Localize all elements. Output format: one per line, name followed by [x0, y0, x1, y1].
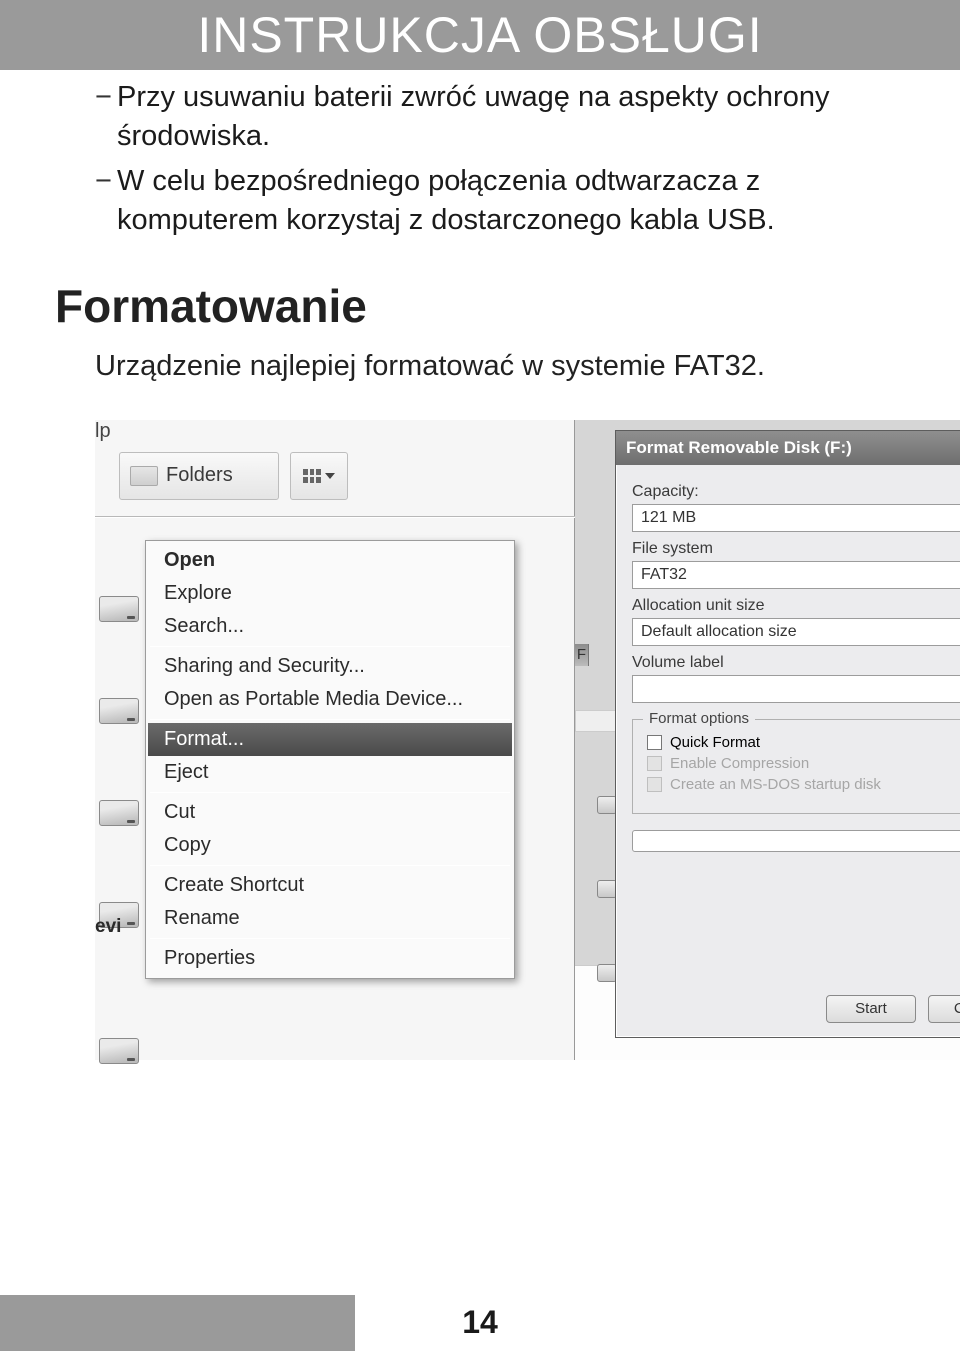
- dialog-buttons: Start Close: [826, 995, 960, 1023]
- allocation-select[interactable]: Default allocation size: [632, 618, 960, 646]
- allocation-value: Default allocation size: [641, 623, 797, 641]
- enable-compression-row: Enable Compression: [647, 755, 960, 772]
- folders-button[interactable]: Folders: [119, 452, 279, 500]
- bullet-item: − Przy usuwaniu baterii zwróć uwagę na a…: [95, 78, 905, 156]
- context-menu-separator: [150, 938, 510, 939]
- context-menu-separator: [150, 865, 510, 866]
- format-options-fieldset: Format options Quick Format Enable Compr…: [632, 719, 960, 814]
- msdos-label: Create an MS-DOS startup disk: [670, 776, 881, 793]
- folders-button-label: Folders: [166, 464, 233, 487]
- volume-label-input[interactable]: [632, 675, 960, 703]
- dialog-title: Format Removable Disk (F:): [626, 438, 852, 458]
- chevron-down-icon: [325, 473, 335, 479]
- context-menu-separator: [150, 719, 510, 720]
- page-number: 14: [0, 1304, 960, 1341]
- capacity-label: Capacity:: [632, 483, 960, 501]
- context-menu-item-cut[interactable]: Cut: [148, 796, 512, 829]
- bullet-dash: −: [95, 78, 117, 156]
- dialog-titlebar[interactable]: Format Removable Disk (F:) ? ✕: [616, 431, 960, 465]
- views-button[interactable]: [290, 452, 348, 500]
- background-folder-icon: [597, 880, 617, 898]
- page-header-title: INSTRUKCJA OBSŁUGI: [197, 6, 762, 64]
- dialog-body: Capacity: 121 MB File system FAT32 Alloc…: [616, 465, 960, 852]
- filesystem-label: File system: [632, 540, 960, 558]
- allocation-label: Allocation unit size: [632, 597, 960, 615]
- drive-icons-column: [99, 596, 147, 1140]
- dialog-backdrop: F Format Removable Disk (F:) ? ✕ Capacit…: [575, 420, 960, 1060]
- drive-icon[interactable]: [99, 698, 139, 724]
- volume-label-label: Volume label: [632, 654, 960, 672]
- folder-icon: [130, 466, 158, 486]
- thumbnails-icon: [303, 469, 321, 483]
- start-button[interactable]: Start: [826, 995, 916, 1023]
- background-folder-icon: [597, 796, 617, 814]
- context-menu-item-eject[interactable]: Eject: [148, 756, 512, 789]
- document-body: − Przy usuwaniu baterii zwróć uwagę na a…: [0, 70, 960, 1060]
- background-folder-icon: [597, 964, 617, 982]
- context-menu-item-properties[interactable]: Properties: [148, 942, 512, 975]
- filesystem-value: FAT32: [641, 566, 687, 584]
- context-menu-item-shortcut[interactable]: Create Shortcut: [148, 869, 512, 902]
- msdos-row: Create an MS-DOS startup disk: [647, 776, 960, 793]
- drive-icon[interactable]: [99, 596, 139, 622]
- context-menu-item-format[interactable]: Format...: [148, 723, 512, 756]
- bullet-item: − W celu bezpośredniego połączenia odtwa…: [95, 162, 905, 240]
- context-menu-item-open[interactable]: Open: [148, 544, 512, 577]
- bullet-text: W celu bezpośredniego połączenia odtwarz…: [117, 162, 905, 240]
- checkbox-icon[interactable]: [647, 735, 662, 750]
- quick-format-label: Quick Format: [670, 734, 760, 751]
- drive-icon[interactable]: [99, 800, 139, 826]
- context-menu: Open Explore Search... Sharing and Secur…: [145, 540, 515, 979]
- checkbox-icon: [647, 777, 662, 792]
- format-options-legend: Format options: [643, 710, 755, 727]
- section-heading: Formatowanie: [55, 279, 905, 333]
- drive-icon[interactable]: [99, 1038, 139, 1064]
- format-dialog: Format Removable Disk (F:) ? ✕ Capacity:…: [615, 430, 960, 1038]
- screenshot-composite: lp Folders evi Open Explore: [95, 420, 905, 1060]
- quick-format-row[interactable]: Quick Format: [647, 734, 960, 751]
- context-menu-separator: [150, 646, 510, 647]
- context-menu-item-search[interactable]: Search...: [148, 610, 512, 643]
- context-menu-item-portable-device[interactable]: Open as Portable Media Device...: [148, 683, 512, 716]
- capacity-value: 121 MB: [641, 509, 696, 527]
- bullet-dash: −: [95, 162, 117, 240]
- cutoff-label: evi: [95, 916, 121, 938]
- toolbar-fragment-label: lp: [95, 420, 111, 443]
- checkbox-icon: [647, 756, 662, 771]
- explorer-panel: lp Folders evi Open Explore: [95, 420, 575, 1060]
- progress-bar: [632, 830, 960, 852]
- context-menu-separator: [150, 792, 510, 793]
- partial-label: F: [575, 644, 589, 666]
- context-menu-item-sharing[interactable]: Sharing and Security...: [148, 650, 512, 683]
- context-menu-item-rename[interactable]: Rename: [148, 902, 512, 935]
- section-subtext: Urządzenie najlepiej formatować w system…: [95, 347, 905, 386]
- capacity-select[interactable]: 121 MB: [632, 504, 960, 532]
- bullet-text: Przy usuwaniu baterii zwróć uwagę na asp…: [117, 78, 905, 156]
- page-header: INSTRUKCJA OBSŁUGI: [0, 0, 960, 70]
- filesystem-select[interactable]: FAT32: [632, 561, 960, 589]
- enable-compression-label: Enable Compression: [670, 755, 809, 772]
- toolbar-separator: [95, 516, 575, 518]
- context-menu-item-explore[interactable]: Explore: [148, 577, 512, 610]
- context-menu-item-copy[interactable]: Copy: [148, 829, 512, 862]
- close-dialog-button[interactable]: Close: [928, 995, 960, 1023]
